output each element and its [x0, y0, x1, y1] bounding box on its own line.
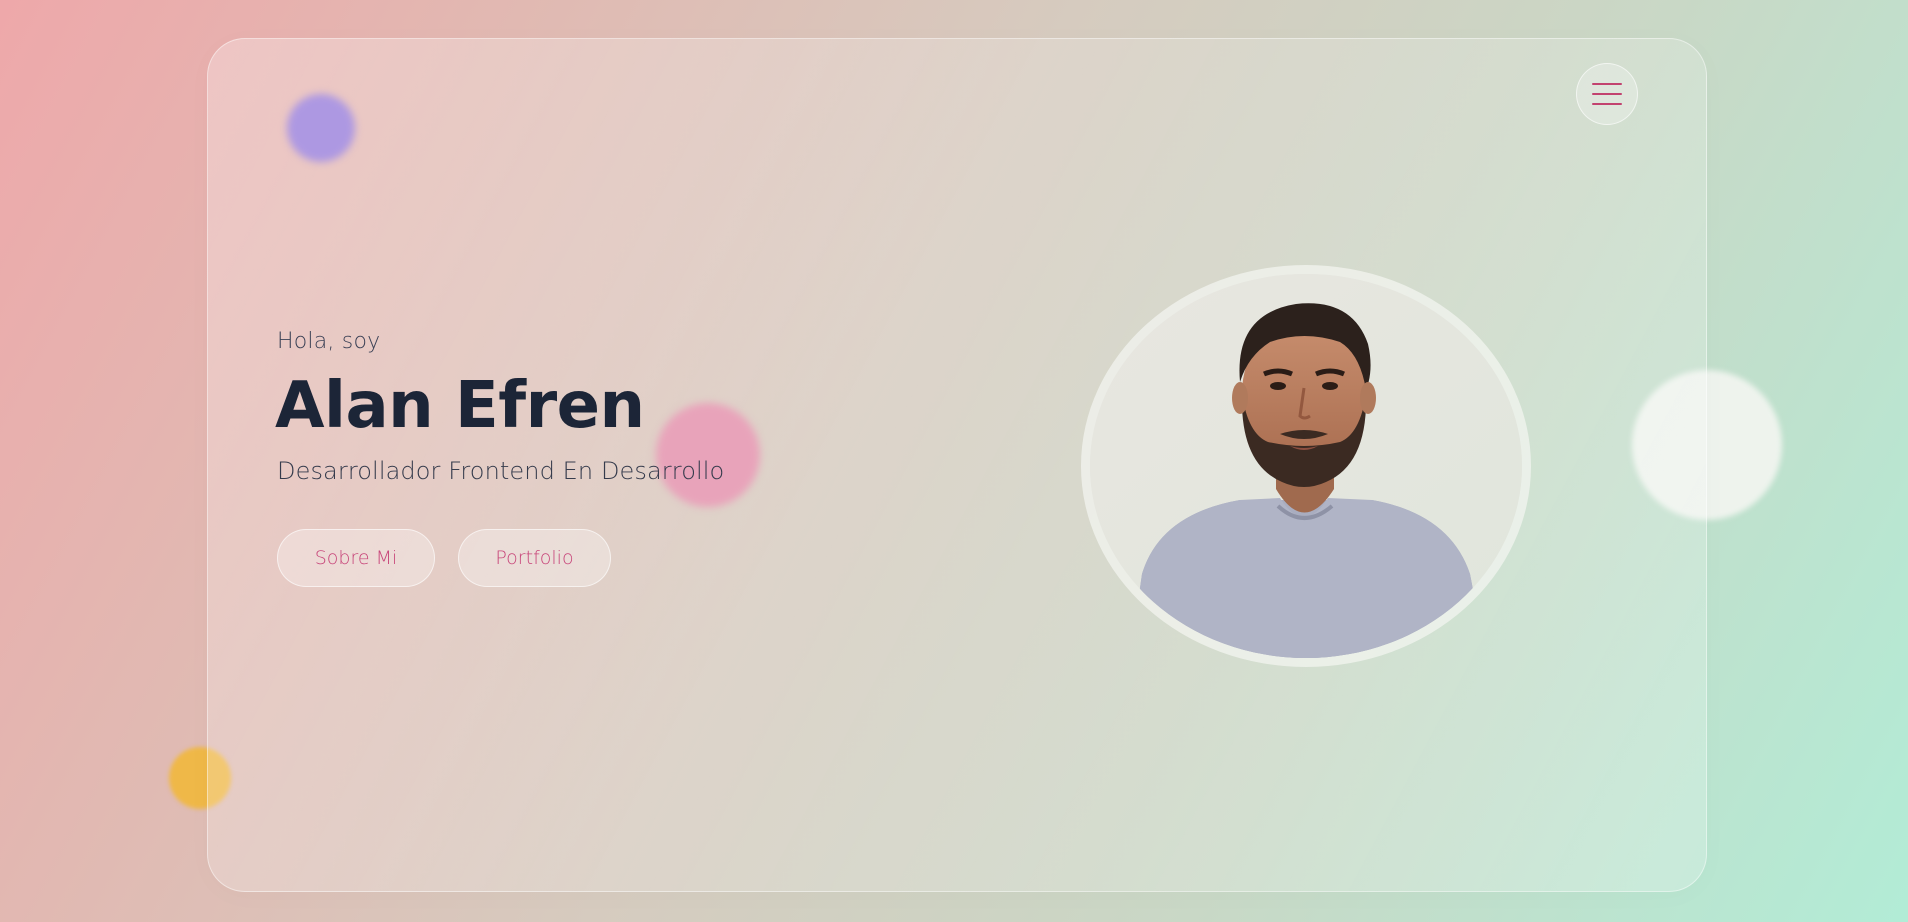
greeting-text: Hola, soy — [277, 329, 381, 354]
subtitle-text: Desarrollador Frontend En Desarrollo — [277, 457, 725, 485]
profile-photo-frame — [1081, 265, 1531, 667]
glass-card: Hola, soy Alan Efren Desarrollador Front… — [207, 38, 1707, 892]
profile-photo — [1090, 274, 1522, 658]
decorative-purple-circle — [287, 94, 355, 162]
about-button[interactable]: Sobre Mi — [277, 529, 435, 587]
hamburger-menu-icon — [1592, 83, 1622, 85]
person-portrait-icon — [1090, 274, 1522, 658]
decorative-pink-circle — [656, 403, 760, 507]
menu-button[interactable] — [1576, 63, 1638, 125]
portfolio-button[interactable]: Portfolio — [458, 529, 611, 587]
page-title: Alan Efren — [275, 369, 645, 443]
